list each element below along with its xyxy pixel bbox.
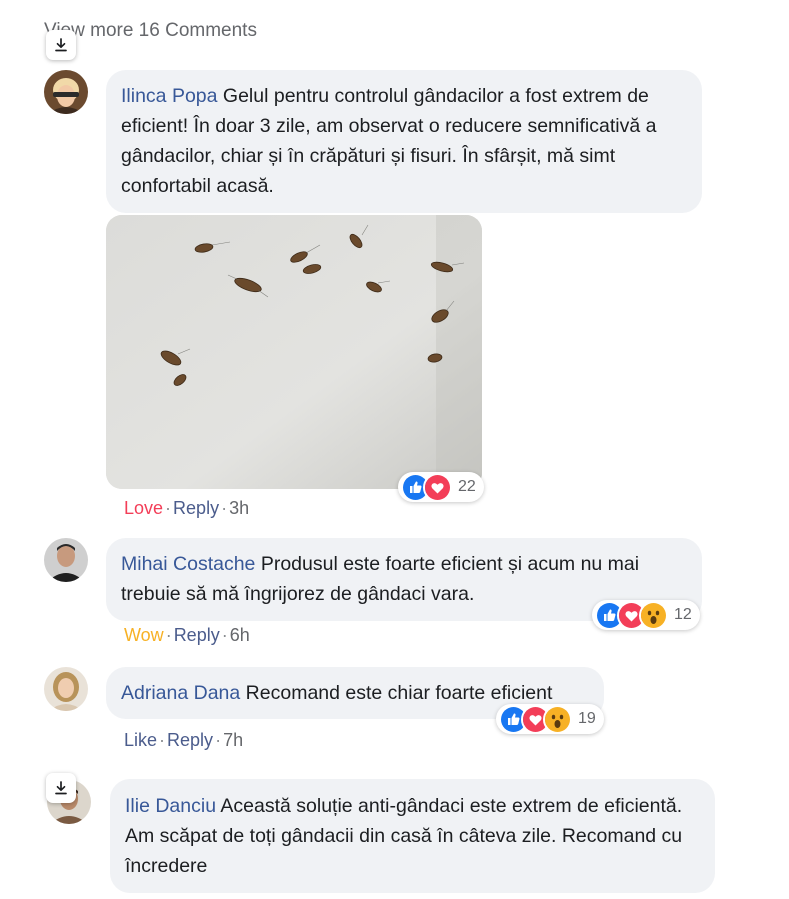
comment-time[interactable]: 6h (230, 625, 250, 645)
comment-photo[interactable] (106, 215, 482, 489)
reactions-summary[interactable]: 19 (496, 704, 604, 734)
comment-bubble: Ilie Danciu Această soluție anti-gândaci… (110, 779, 715, 893)
comment-time[interactable]: 7h (223, 730, 243, 750)
comment-actions: Like · Reply · 7h (124, 730, 244, 750)
reaction-count: 19 (578, 710, 596, 727)
love-icon (423, 472, 452, 502)
download-icon (55, 38, 67, 52)
wow-icon (543, 704, 572, 734)
comment-text: Recomand este chiar foarte eficient (245, 682, 553, 704)
avatar-ilinca-popa[interactable] (44, 70, 88, 114)
reply-link[interactable]: Reply (167, 730, 213, 750)
reaction-label-wow[interactable]: Wow (124, 625, 164, 645)
reaction-label-like[interactable]: Like (124, 730, 157, 750)
reactions-summary[interactable]: 22 (398, 472, 484, 502)
comment-author[interactable]: Adriana Dana (121, 682, 240, 704)
download-button[interactable] (46, 773, 76, 803)
download-icon (55, 781, 67, 795)
reaction-count: 12 (674, 606, 692, 623)
comment-time[interactable]: 3h (229, 498, 249, 518)
comment-bubble: Ilinca Popa Gelul pentru controlul gânda… (106, 70, 702, 213)
wow-icon (639, 600, 668, 630)
reaction-count: 22 (458, 478, 476, 495)
reply-link[interactable]: Reply (174, 625, 220, 645)
download-button[interactable] (46, 30, 76, 60)
cockroaches-photo (106, 215, 482, 489)
reactions-summary[interactable]: 12 (592, 600, 700, 630)
comment-actions: Wow · Reply · 6h (124, 625, 250, 645)
avatar-adriana-dana[interactable] (44, 667, 88, 711)
comment-author[interactable]: Mihai Costache (121, 553, 255, 575)
reaction-label-love[interactable]: Love (124, 498, 163, 518)
comment-actions: Love · Reply · 3h (124, 498, 250, 518)
comment-author[interactable]: Ilinca Popa (121, 85, 217, 107)
comment-author[interactable]: Ilie Danciu (125, 795, 216, 817)
avatar-mihai-costache[interactable] (44, 538, 88, 582)
reply-link[interactable]: Reply (173, 498, 219, 518)
